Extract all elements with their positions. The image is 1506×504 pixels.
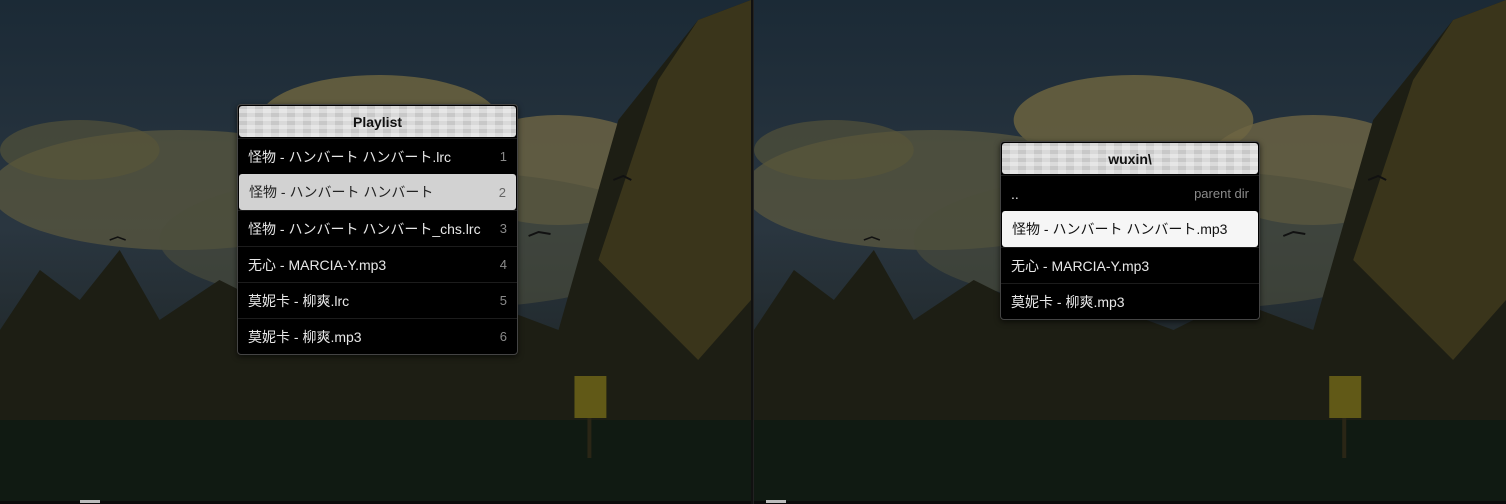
file-browser-menu: wuxin\ .. parent dir 怪物 - ハンバート ハンバート.mp… xyxy=(1000,141,1260,320)
playlist-item[interactable]: 莫妮卡 - 柳爽.mp3 6 xyxy=(238,318,517,354)
file-item-label: 莫妮卡 - 柳爽.mp3 xyxy=(1011,293,1125,310)
playlist-item-label: 怪物 - ハンバート ハンバート.lrc xyxy=(248,148,451,165)
playlist-item-number: 3 xyxy=(499,221,507,236)
playlist-item[interactable]: 无心 - MARCIA-Y.mp3 4 xyxy=(238,246,517,282)
playlist-item-number: 5 xyxy=(499,293,507,308)
playlist-item-label: 无心 - MARCIA-Y.mp3 xyxy=(248,256,387,273)
scroll-indicator xyxy=(80,500,100,503)
playlist-item-number: 6 xyxy=(499,329,507,344)
playlist-item[interactable]: 怪物 - ハンバート ハンバート.lrc 1 xyxy=(238,138,517,174)
file-item-label: 无心 - MARCIA-Y.mp3 xyxy=(1011,257,1150,274)
playlist-item-number: 2 xyxy=(498,184,506,200)
playlist-item-label: 怪物 - ハンバート ハンバート xyxy=(249,184,434,200)
file-item-label: 怪物 - ハンバート ハンバート.mp3 xyxy=(1012,221,1228,237)
playlist-item-number: 4 xyxy=(499,257,507,272)
playlist-item-label: 怪物 - ハンバート ハンバート_chs.lrc xyxy=(248,220,481,237)
file-item-label: .. xyxy=(1011,185,1019,202)
playlist-item-label: 莫妮卡 - 柳爽.mp3 xyxy=(248,328,362,345)
right-pane: wuxin\ .. parent dir 怪物 - ハンバート ハンバート.mp… xyxy=(753,0,1506,504)
playlist-item-label: 莫妮卡 - 柳爽.lrc xyxy=(248,292,350,309)
playlist-item[interactable]: 莫妮卡 - 柳爽.lrc 5 xyxy=(238,282,517,318)
parent-dir-item[interactable]: .. parent dir xyxy=(1001,175,1259,211)
playlist-item[interactable]: 怪物 - ハンバート ハンバート_chs.lrc 3 xyxy=(238,210,517,246)
file-browser-title: wuxin\ xyxy=(1002,143,1258,174)
file-item[interactable]: 莫妮卡 - 柳爽.mp3 xyxy=(1001,283,1259,319)
left-pane: Playlist 怪物 - ハンバート ハンバート.lrc 1 怪物 - ハンバ… xyxy=(0,0,753,504)
playlist-menu: Playlist 怪物 - ハンバート ハンバート.lrc 1 怪物 - ハンバ… xyxy=(237,104,518,355)
playlist-item-number: 1 xyxy=(499,149,507,164)
scroll-indicator xyxy=(766,500,786,503)
parent-dir-hint: parent dir xyxy=(1194,186,1249,201)
file-item[interactable]: 无心 - MARCIA-Y.mp3 xyxy=(1001,247,1259,283)
file-item-selected[interactable]: 怪物 - ハンバート ハンバート.mp3 xyxy=(1002,211,1258,247)
playlist-title: Playlist xyxy=(239,106,516,137)
playlist-item-selected[interactable]: 怪物 - ハンバート ハンバート 2 xyxy=(239,174,516,210)
